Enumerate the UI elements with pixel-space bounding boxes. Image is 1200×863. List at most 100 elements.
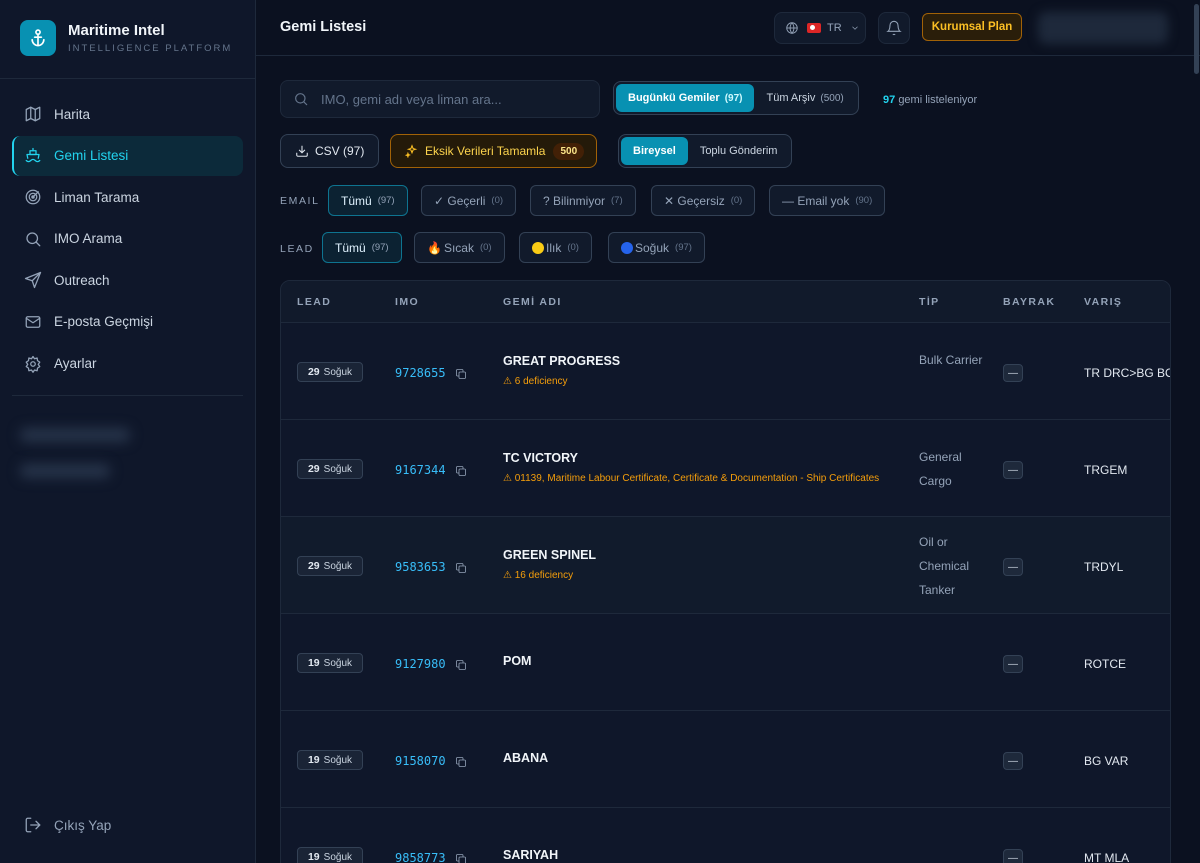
anchor-icon bbox=[20, 20, 56, 56]
column-header-name[interactable]: GEMİ ADI bbox=[503, 296, 562, 308]
chip-count: (0) bbox=[479, 242, 492, 253]
sidebar-item-imo-arama[interactable]: IMO Arama bbox=[12, 219, 243, 259]
chip-label: Soğuk bbox=[635, 240, 670, 255]
table-row[interactable]: 29 Soğuk 9728655 GREAT PROGRESS ⚠ 6 defic… bbox=[281, 323, 1170, 420]
imo-number[interactable]: 9858773 bbox=[395, 851, 446, 863]
tab-bulk-send[interactable]: Toplu Gönderim bbox=[688, 137, 790, 165]
yellow-dot-icon bbox=[532, 241, 544, 254]
brand[interactable]: Maritime Intel INTELLIGENCE PLATFORM bbox=[20, 20, 232, 56]
lead-filter-label: LEAD bbox=[280, 243, 314, 255]
column-header-type[interactable]: TİP bbox=[919, 296, 940, 308]
copy-icon[interactable] bbox=[455, 464, 467, 476]
copy-icon[interactable] bbox=[455, 852, 467, 863]
page-title: Gemi Listesi bbox=[280, 19, 367, 35]
sidebar-item-eposta-gecmisi[interactable]: E-posta Geçmişi bbox=[12, 302, 243, 342]
lead-score-badge: 19 Soğuk bbox=[297, 750, 363, 770]
copy-icon[interactable] bbox=[455, 367, 467, 379]
profile-redacted[interactable] bbox=[1038, 12, 1168, 44]
chip-label: Tümü bbox=[335, 240, 366, 255]
chip-count: (0) bbox=[491, 195, 504, 206]
table-row[interactable]: 29 Soğuk 9167344 TC VICTORY ⚠ 01139, Mari… bbox=[281, 420, 1170, 517]
sidebar-item-harita[interactable]: Harita bbox=[12, 94, 243, 134]
ship-name[interactable]: GREEN SPINEL bbox=[503, 548, 596, 562]
sidebar-item-gemi-listesi[interactable]: Gemi Listesi bbox=[12, 135, 243, 176]
column-header-imo[interactable]: IMO bbox=[395, 296, 419, 308]
lead-filter-hot[interactable]: 🔥 Sıcak (0) bbox=[414, 232, 505, 263]
globe-icon bbox=[786, 22, 798, 34]
language-selector[interactable]: TR bbox=[774, 12, 866, 44]
chip-label: Sıcak bbox=[443, 240, 474, 255]
imo-number[interactable]: 9728655 bbox=[395, 366, 446, 380]
chip-count: (0) bbox=[730, 195, 743, 206]
copy-icon[interactable] bbox=[455, 658, 467, 670]
ship-name[interactable]: ABANA bbox=[503, 751, 548, 765]
email-filter-none[interactable]: — Email yok (90) bbox=[769, 185, 886, 216]
column-header-destination[interactable]: VARIŞ bbox=[1084, 296, 1122, 308]
tab-todays-ships[interactable]: Bugünkü Gemiler (97) bbox=[616, 84, 755, 112]
imo-number[interactable]: 9583653 bbox=[395, 560, 446, 574]
brand-title: Maritime Intel bbox=[68, 22, 165, 39]
plan-badge-button[interactable]: Kurumsal Plan bbox=[922, 13, 1022, 41]
sidebar-item-liman-tarama[interactable]: Liman Tarama bbox=[12, 177, 243, 217]
copy-icon[interactable] bbox=[455, 755, 467, 767]
lead-filter-warm[interactable]: Ilık (0) bbox=[519, 232, 592, 263]
sidebar-item-label: Harita bbox=[54, 106, 91, 122]
download-icon bbox=[296, 145, 308, 157]
lead-filter-all[interactable]: Tümü (97) bbox=[322, 232, 402, 263]
csv-label: CSV (97) bbox=[315, 144, 365, 158]
imo-number[interactable]: 9167344 bbox=[395, 463, 446, 477]
email-filter-unknown[interactable]: ? Bilinmiyor (7) bbox=[530, 185, 636, 216]
scope-toggle: Bugünkü Gemiler (97) Tüm Arşiv (500) bbox=[613, 81, 859, 115]
tab-count: (500) bbox=[820, 92, 844, 104]
search-box[interactable] bbox=[280, 80, 600, 118]
fill-missing-data-button[interactable]: Eksik Verileri Tamamla 500 bbox=[390, 134, 598, 168]
table-header: LEAD IMO GEMİ ADI TİP BAYRAK VARIŞ bbox=[281, 281, 1170, 323]
destination: TRGEM bbox=[1084, 463, 1128, 477]
notifications-button[interactable] bbox=[878, 12, 910, 44]
copy-icon[interactable] bbox=[455, 561, 467, 573]
tab-all-archive[interactable]: Tüm Arşiv (500) bbox=[754, 84, 855, 112]
main-content: Bugünkü Gemiler (97) Tüm Arşiv (500) 97 … bbox=[256, 56, 1193, 863]
table-row[interactable]: 19 Soğuk 9158070 ABANA — BG VAR bbox=[281, 711, 1170, 808]
column-header-lead[interactable]: LEAD bbox=[297, 296, 331, 308]
table-row[interactable]: 19 Soğuk 9127980 POM — ROTCE bbox=[281, 614, 1170, 711]
search-input[interactable] bbox=[321, 91, 581, 107]
brand-subtitle: INTELLIGENCE PLATFORM bbox=[68, 43, 233, 54]
sidebar: Maritime Intel INTELLIGENCE PLATFORM Har… bbox=[0, 0, 256, 863]
ships-table: LEAD IMO GEMİ ADI TİP BAYRAK VARIŞ 29 Soğ… bbox=[280, 280, 1171, 863]
sidebar-nav: Harita Gemi Listesi Liman Tarama IMO Ara… bbox=[12, 94, 243, 385]
tab-individual[interactable]: Bireysel bbox=[621, 137, 688, 165]
page-scrollbar[interactable] bbox=[1194, 4, 1199, 74]
deficiency-note: ⚠ 01139, Maritime Labour Certificate, Ce… bbox=[503, 473, 880, 484]
chip-count: (97) bbox=[377, 195, 395, 206]
imo-number[interactable]: 9127980 bbox=[395, 657, 446, 671]
ship-name[interactable]: TC VICTORY bbox=[503, 451, 578, 465]
destination: MT MLA bbox=[1084, 851, 1130, 863]
email-filter-valid[interactable]: ✓ Geçerli (0) bbox=[421, 185, 517, 216]
lead-filter-cold[interactable]: Soğuk (97) bbox=[608, 232, 705, 263]
email-filter-invalid[interactable]: ✕ Geçersiz (0) bbox=[651, 185, 756, 216]
sidebar-item-outreach[interactable]: Outreach bbox=[12, 260, 243, 300]
flag-value: — bbox=[1003, 655, 1023, 673]
destination: ROTCE bbox=[1084, 657, 1126, 671]
search-icon bbox=[295, 93, 308, 106]
csv-export-button[interactable]: CSV (97) bbox=[280, 134, 380, 168]
logout-label: Çıkış Yap bbox=[54, 817, 112, 833]
language-code: TR bbox=[827, 22, 842, 34]
ship-name[interactable]: POM bbox=[503, 654, 531, 668]
ship-name[interactable]: GREAT PROGRESS bbox=[503, 354, 620, 368]
sidebar-item-label: IMO Arama bbox=[54, 231, 123, 247]
email-filter-all[interactable]: Tümü (97) bbox=[328, 185, 408, 216]
ship-name[interactable]: SARIYAH bbox=[503, 848, 558, 862]
turkey-flag-icon bbox=[807, 23, 821, 33]
sidebar-item-ayarlar[interactable]: Ayarlar bbox=[12, 344, 243, 384]
table-row[interactable]: 19 Soğuk 9858773 SARIYAH — MT MLA bbox=[281, 808, 1170, 863]
chip-label: — Email yok bbox=[782, 193, 850, 208]
logout-button[interactable]: Çıkış Yap bbox=[24, 816, 111, 834]
column-header-flag[interactable]: BAYRAK bbox=[1003, 296, 1055, 308]
chip-label: Ilık bbox=[546, 240, 562, 255]
sidebar-item-label: E-posta Geçmişi bbox=[54, 314, 154, 330]
table-row[interactable]: 29 Soğuk 9583653 GREEN SPINEL ⚠ 16 defici… bbox=[281, 517, 1170, 614]
destination: BG VAR bbox=[1084, 754, 1129, 768]
imo-number[interactable]: 9158070 bbox=[395, 754, 446, 768]
